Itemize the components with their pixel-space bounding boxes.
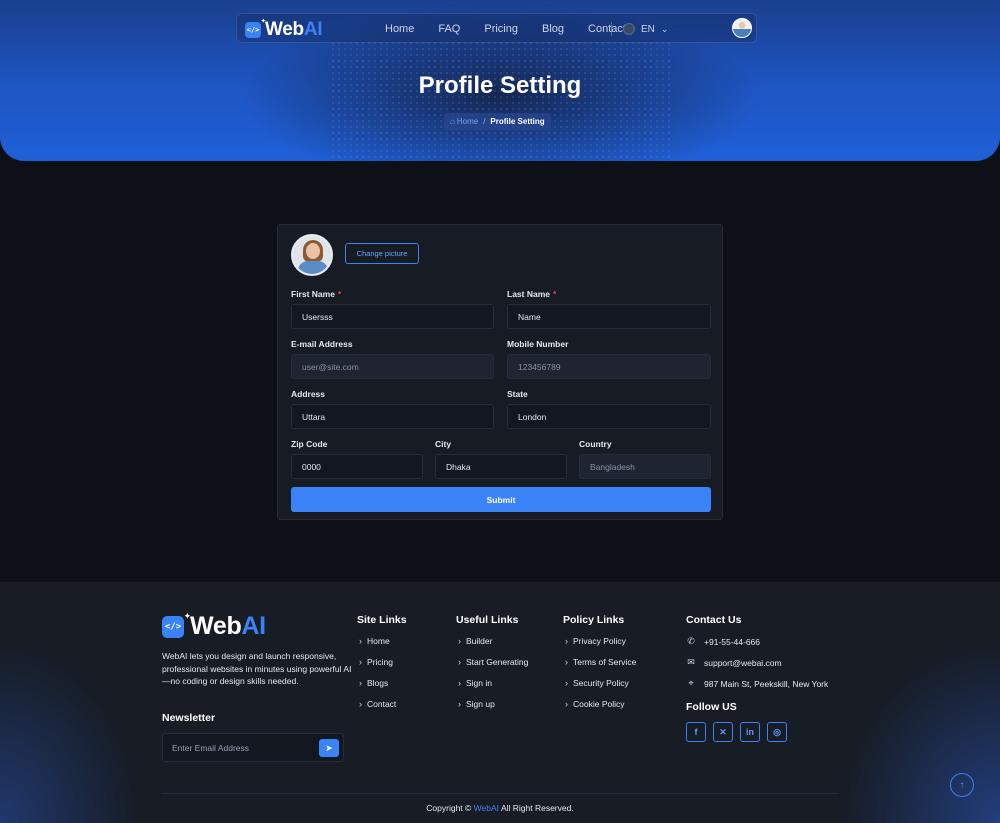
chevron-right-icon: › [565, 636, 568, 646]
chevron-right-icon: › [565, 699, 568, 709]
country-field[interactable]: Bangladesh [579, 454, 711, 479]
country-label: Country [579, 439, 612, 449]
phone-icon: ✆ [687, 636, 695, 646]
chevron-right-icon: › [565, 657, 568, 667]
footer-link-security-policy[interactable]: › Security Policy [565, 678, 629, 688]
contact-phone[interactable]: ✆ +91-55-44-666 [686, 636, 760, 647]
submit-button[interactable]: Submit [291, 487, 711, 512]
chevron-right-icon: › [359, 636, 362, 646]
footer-link-start-generating[interactable]: › Start Generating [458, 657, 528, 667]
breadcrumb-separator: / [483, 117, 486, 126]
copyright-brand-link[interactable]: WebAI [474, 803, 499, 813]
chevron-right-icon: › [565, 678, 568, 688]
nav-divider [611, 22, 612, 36]
footer-divider [162, 793, 838, 794]
nav-link-contact[interactable]: Contact [588, 23, 626, 35]
user-avatar[interactable] [732, 18, 752, 38]
zip-label: Zip Code [291, 439, 328, 449]
home-icon: ⌂ [450, 117, 455, 126]
contact-title: Contact Us [686, 614, 742, 626]
code-icon: </> ✦ [162, 608, 191, 638]
chevron-right-icon: › [359, 678, 362, 688]
hero-banner: </> ✦ WebAI Home FAQ Pricing Blog Contact… [0, 0, 1000, 161]
breadcrumb-home[interactable]: ⌂ Home [450, 117, 478, 126]
dot-pattern [330, 40, 670, 161]
footer: </> ✦ WebAI WebAI lets you design and lau… [0, 582, 1000, 823]
profile-picture [291, 234, 333, 276]
footer-link-contact[interactable]: › Contact [359, 699, 396, 709]
brand-name: WebAI [265, 19, 323, 40]
send-icon[interactable]: ➤ [319, 739, 339, 757]
chevron-right-icon: › [458, 657, 461, 667]
globe-icon [623, 23, 635, 35]
x-twitter-icon[interactable]: ✕ [713, 722, 733, 742]
footer-link-home[interactable]: › Home [359, 636, 390, 646]
last-name-field[interactable]: Name [507, 304, 711, 329]
chevron-right-icon: › [458, 636, 461, 646]
language-selector[interactable]: EN ⌄ [623, 14, 668, 44]
footer-link-sign-up[interactable]: › Sign up [458, 699, 495, 709]
change-picture-button[interactable]: Change picture [345, 243, 419, 264]
chevron-right-icon: › [458, 699, 461, 709]
newsletter-email-input[interactable]: Enter Email Address ➤ [162, 733, 344, 762]
footer-link-privacy-policy[interactable]: › Privacy Policy [565, 636, 626, 646]
nav-link-home[interactable]: Home [385, 23, 414, 35]
footer-about: WebAI lets you design and launch respons… [162, 651, 352, 686]
nav-link-pricing[interactable]: Pricing [484, 23, 518, 35]
arrow-up-icon: ↑ [959, 779, 965, 791]
policy-links-title: Policy Links [563, 614, 625, 626]
breadcrumb-current: Profile Setting [490, 117, 545, 126]
footer-link-cookie-policy[interactable]: › Cookie Policy [565, 699, 625, 709]
copyright: Copyright © WebAI All Right Reserved. [426, 803, 574, 813]
footer-brand-name: WebAI [190, 612, 266, 640]
breadcrumb: ⌂ Home / Profile Setting [444, 113, 551, 130]
newsletter-title: Newsletter [162, 712, 216, 724]
code-icon: </> ✦ [245, 16, 266, 38]
contact-email[interactable]: ✉ support@webai.com [686, 657, 781, 668]
follow-us-title: Follow US [686, 701, 737, 713]
chevron-right-icon: › [359, 657, 362, 667]
footer-link-blogs[interactable]: › Blogs [359, 678, 388, 688]
zip-field[interactable]: 0000 [291, 454, 423, 479]
top-navbar: </> ✦ WebAI Home FAQ Pricing Blog Contact… [236, 13, 757, 43]
footer-link-pricing[interactable]: › Pricing [359, 657, 393, 667]
city-label: City [435, 439, 452, 449]
chevron-right-icon: › [458, 678, 461, 688]
footer-logo[interactable]: </> ✦ WebAI [162, 608, 266, 641]
mobile-field[interactable]: 123456789 [507, 354, 711, 379]
address-label: Address [291, 389, 326, 399]
last-name-label: Last Name * [507, 289, 557, 299]
chevron-right-icon: › [359, 699, 362, 709]
mail-icon: ✉ [687, 657, 695, 667]
first-name-label: First Name * [291, 289, 342, 299]
language-label: EN [641, 23, 655, 35]
email-field[interactable]: user@site.com [291, 354, 494, 379]
location-pin-icon: ⌖ [688, 678, 694, 688]
chevron-down-icon: ⌄ [660, 23, 669, 34]
state-label: State [507, 389, 528, 399]
site-links-title: Site Links [357, 614, 407, 626]
instagram-icon[interactable]: ◎ [767, 722, 787, 742]
state-field[interactable]: London [507, 404, 711, 429]
footer-link-builder[interactable]: › Builder [458, 636, 492, 646]
footer-link-terms[interactable]: › Terms of Service [565, 657, 636, 667]
first-name-field[interactable]: Usersss [291, 304, 494, 329]
nav-link-blog[interactable]: Blog [542, 23, 564, 35]
useful-links-title: Useful Links [456, 614, 519, 626]
city-field[interactable]: Dhaka [435, 454, 567, 479]
address-field[interactable]: Uttara [291, 404, 494, 429]
contact-address: ⌖ 987 Main St, Peekskill, New York [686, 678, 828, 689]
profile-card: Change picture First Name * Usersss Last … [277, 224, 723, 520]
footer-link-sign-in[interactable]: › Sign in [458, 678, 492, 688]
page-title: Profile Setting [418, 72, 582, 99]
scroll-to-top-button[interactable]: ↑ [950, 773, 974, 797]
nav-link-faq[interactable]: FAQ [438, 23, 460, 35]
linkedin-icon[interactable]: in [740, 722, 760, 742]
brand-logo[interactable]: </> ✦ WebAI [245, 16, 323, 41]
email-label: E-mail Address [291, 339, 353, 349]
facebook-icon[interactable]: f [686, 722, 706, 742]
mobile-label: Mobile Number [507, 339, 569, 349]
